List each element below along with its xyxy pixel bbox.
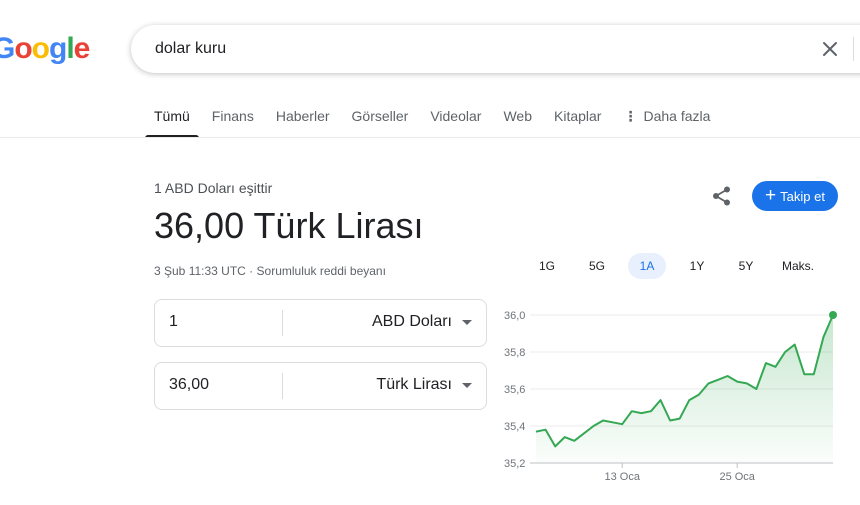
dropdown-arrow-icon — [462, 319, 472, 325]
close-icon[interactable] — [819, 38, 841, 60]
from-amount-input[interactable] — [169, 313, 269, 331]
logo-letter: g — [49, 32, 67, 65]
search-input[interactable] — [155, 37, 755, 61]
to-currency-label: Türk Lirası — [376, 376, 452, 393]
range-5y[interactable]: 5Y — [731, 253, 761, 279]
range-1g[interactable]: 1G — [532, 253, 562, 279]
plus-icon: + — [765, 184, 777, 206]
search-box — [131, 25, 860, 73]
range-1a[interactable]: 1A — [628, 253, 666, 279]
from-currency-select[interactable]: ABD Doları — [372, 313, 472, 331]
logo-letter: o — [31, 32, 50, 65]
dropdown-arrow-icon — [462, 382, 472, 388]
tab-daha-fazla-label: Daha fazla — [643, 108, 711, 124]
y-tick-label: 35,6 — [504, 384, 525, 396]
from-currency-label: ABD Doları — [371, 313, 452, 330]
share-icon[interactable] — [710, 184, 734, 208]
converter-separator — [282, 373, 283, 399]
logo-letter: G — [0, 32, 15, 65]
logo-letter: l — [66, 32, 74, 65]
to-currency-select[interactable]: Türk Lirası — [376, 376, 472, 394]
timestamp-text: 3 Şub 11:33 UTC — [154, 264, 246, 278]
range-1y[interactable]: 1Y — [682, 253, 712, 279]
range-5g[interactable]: 5G — [582, 253, 612, 279]
follow-button[interactable]: + Takip et — [752, 181, 838, 211]
to-converter: Türk Lirası — [154, 362, 487, 410]
more-vert-icon: ⋮ — [623, 108, 638, 124]
tab-haberler[interactable]: Haberler — [276, 108, 330, 138]
y-tick-label: 35,4 — [504, 421, 525, 433]
timestamp-separator: · — [249, 264, 254, 278]
converter-separator — [282, 310, 283, 336]
exchange-rate-chart[interactable]: 36,0 35,8 35,6 35,4 35,2 13 Oca 25 Oca — [496, 300, 856, 490]
disclaimer-link[interactable]: Sorumluluk reddi beyanı — [257, 264, 386, 278]
y-tick-label: 35,8 — [504, 347, 525, 359]
x-tick-label: 25 Oca — [719, 471, 755, 483]
tab-gorseller[interactable]: Görseller — [352, 108, 409, 138]
converted-value: 36,00 Türk Lirası — [154, 205, 424, 246]
from-converter: ABD Doları — [154, 299, 487, 347]
timestamp: 3 Şub 11:33 UTC · Sorumluluk reddi beyan… — [154, 264, 386, 278]
logo-letter: e — [73, 32, 91, 65]
equals-label: 1 ABD Doları eşittir — [154, 180, 273, 196]
tab-daha-fazla[interactable]: ⋮ Daha fazla — [623, 108, 710, 138]
tab-finans[interactable]: Finans — [212, 108, 254, 138]
search-tabs: Tümü Finans Haberler Görseller Videolar … — [145, 108, 732, 138]
logo-letter: o — [14, 32, 32, 65]
tab-tumu[interactable]: Tümü — [145, 108, 199, 138]
y-tick-label: 36,0 — [504, 310, 525, 322]
search-divider — [853, 37, 854, 61]
latest-point-marker — [829, 311, 837, 319]
tab-videolar[interactable]: Videolar — [430, 108, 481, 138]
range-maks[interactable]: Maks. — [776, 253, 820, 279]
y-tick-label: 35,2 — [504, 458, 525, 470]
follow-label: Takip et — [780, 188, 825, 204]
tab-web[interactable]: Web — [503, 108, 532, 138]
tabs-divider — [0, 137, 860, 138]
tab-kitaplar[interactable]: Kitaplar — [554, 108, 601, 138]
x-tick-label: 13 Oca — [604, 471, 640, 483]
to-amount-input[interactable] — [169, 376, 269, 394]
google-logo[interactable]: Google — [0, 32, 91, 66]
